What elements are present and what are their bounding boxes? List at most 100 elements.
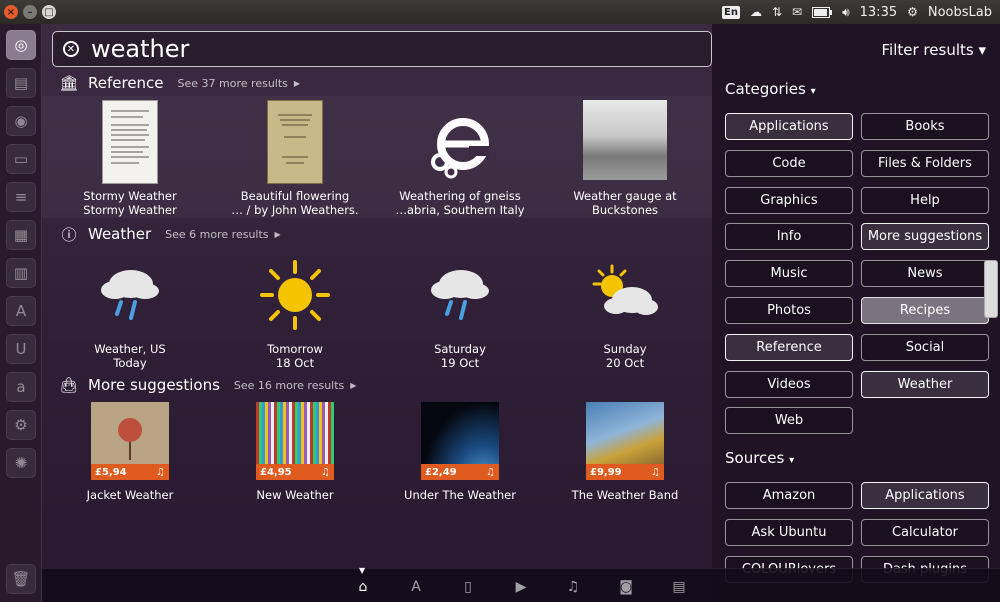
cloud-icon[interactable]: ☁ xyxy=(750,5,762,19)
sources-heading[interactable]: Sources ▾ xyxy=(725,449,794,467)
filter-button-weather[interactable]: Weather xyxy=(861,370,989,398)
filter-button-amazon[interactable]: Amazon xyxy=(725,482,853,509)
software-center-icon: A xyxy=(15,302,27,320)
price: £5,94 xyxy=(95,466,127,478)
filter-results-toggle[interactable]: Filter results ▾ xyxy=(882,41,986,59)
weather-tile[interactable]: Saturday 19 Oct xyxy=(385,258,535,370)
filter-button-info[interactable]: Info xyxy=(725,223,853,251)
filter-button-applications[interactable]: Applications xyxy=(725,113,853,140)
filter-scrollbar[interactable] xyxy=(984,260,998,318)
files-lens-icon[interactable]: ▯ xyxy=(458,578,478,596)
result-subtitle: … / by John Weathers. xyxy=(231,203,359,217)
launcher-browser[interactable]: ◉ xyxy=(6,106,36,136)
amazon-icon: a xyxy=(16,378,26,396)
result-tile[interactable]: Weathering of gneiss …abria, Southern Ita… xyxy=(385,100,535,217)
launcher-software-center[interactable]: A xyxy=(6,296,36,326)
album-tile[interactable]: £4,95 ♫ New Weather xyxy=(220,402,370,502)
result-title: Stormy Weather xyxy=(83,189,177,203)
battery-icon[interactable] xyxy=(812,6,833,18)
weather-tile[interactable]: Sunday 20 Oct xyxy=(550,258,700,370)
document-icon: ≡ xyxy=(14,188,28,206)
partly-cloudy-icon xyxy=(588,258,662,332)
filter-button-more-suggestions[interactable]: More suggestions xyxy=(861,223,989,251)
europeana-logo-icon xyxy=(425,100,495,184)
photo-lens-icon[interactable]: ◙ xyxy=(616,578,636,596)
filter-button-files-folders[interactable]: Files & Folders xyxy=(861,149,989,177)
filter-panel: Filter results ▾ Categories ▾ Applicatio… xyxy=(712,24,1000,602)
launcher-amazon[interactable]: a xyxy=(6,372,36,402)
weather-header[interactable]: ⓘ Weather See 6 more results ▶ xyxy=(60,225,280,244)
music-note-icon: ♫ xyxy=(321,466,330,478)
album-tile[interactable]: £9,99 ♫ The Weather Band xyxy=(550,402,700,502)
shopping-bag-icon: 👜︎ xyxy=(59,376,79,394)
network-icon[interactable]: ⇅ xyxy=(772,5,782,19)
mail-icon[interactable]: ✉ xyxy=(792,5,802,19)
launcher-terminal[interactable]: ▭ xyxy=(6,144,36,174)
keyboard-layout-indicator[interactable]: En xyxy=(722,5,740,19)
filter-button-ask-ubuntu[interactable]: Ask Ubuntu xyxy=(725,518,853,546)
filter-button-calculator[interactable]: Calculator xyxy=(861,518,989,546)
price-tag: £4,95 ♫ xyxy=(256,464,334,480)
launcher-ubuntu-one[interactable]: U xyxy=(6,334,36,364)
power-gear-icon[interactable]: ⚙ xyxy=(907,5,918,19)
weather-tile[interactable]: Weather, US Today xyxy=(55,258,205,370)
search-input[interactable]: ✕ weather xyxy=(52,31,712,67)
music-lens-icon[interactable]: ♫ xyxy=(563,578,583,596)
filter-button-music[interactable]: Music xyxy=(725,260,853,288)
section-title: More suggestions xyxy=(88,376,220,394)
window-minimize-button[interactable]: – xyxy=(23,5,37,19)
filter-button-photos[interactable]: Photos xyxy=(725,297,853,324)
window-maximize-button[interactable]: □ xyxy=(42,5,56,19)
suggestions-header[interactable]: 👜︎ More suggestions See 16 more results … xyxy=(59,376,357,394)
price-tag: £9,99 ♫ xyxy=(586,464,664,480)
launcher-trash[interactable]: 🗑︎ xyxy=(6,564,36,594)
weather-tile[interactable]: Tomorrow 18 Oct xyxy=(220,258,370,370)
filter-button-social[interactable]: Social xyxy=(861,333,989,361)
window-close-button[interactable]: × xyxy=(4,5,18,19)
dash-home-button[interactable]: ◎ xyxy=(6,30,36,60)
terminal-icon: ▭ xyxy=(13,150,29,168)
categories-heading[interactable]: Categories ▾ xyxy=(725,80,816,98)
filter-button-help[interactable]: Help xyxy=(861,186,989,214)
reference-header[interactable]: 🏛︎ Reference See 37 more results ▶ xyxy=(59,74,300,92)
result-tile[interactable]: Weather gauge at Buckstones xyxy=(550,100,700,217)
filter-button-recipes[interactable]: Recipes xyxy=(861,297,989,324)
launcher-workspaces[interactable]: ✺ xyxy=(6,448,36,478)
result-tile[interactable]: Beautiful flowering… / by John Weathers. xyxy=(220,100,370,217)
filter-button-videos[interactable]: Videos xyxy=(725,370,853,398)
filter-button-graphics[interactable]: Graphics xyxy=(725,186,853,214)
indicator-area: En ☁ ⇅ ✉ 🔊︎ 13:35 ⚙ NoobsLab xyxy=(722,0,992,24)
search-query[interactable]: weather xyxy=(91,35,189,63)
filter-button-news[interactable]: News xyxy=(861,260,989,288)
filter-button-web[interactable]: Web xyxy=(725,407,853,435)
filter-button-books[interactable]: Books xyxy=(861,113,989,140)
applications-lens-icon[interactable]: A xyxy=(406,578,426,596)
result-tile[interactable]: Stormy Weather Stormy Weather xyxy=(55,100,205,217)
see-more-link[interactable]: See 16 more results xyxy=(234,379,344,392)
see-more-link[interactable]: See 37 more results xyxy=(178,77,288,90)
presentation-icon: ▥ xyxy=(13,264,29,282)
clear-search-icon[interactable]: ✕ xyxy=(63,41,79,57)
arrow-right-icon: ▶ xyxy=(350,380,357,390)
result-subtitle: …abria, Southern Italy xyxy=(395,203,525,217)
folder-icon: ▤ xyxy=(13,74,29,92)
result-title: Weathering of gneiss xyxy=(399,189,521,203)
launcher-writer[interactable]: ≡ xyxy=(6,182,36,212)
music-note-icon: ♫ xyxy=(486,466,495,478)
filter-button-reference[interactable]: Reference xyxy=(725,333,853,361)
social-lens-icon[interactable]: ▤ xyxy=(669,578,689,596)
album-tile[interactable]: £5,94 ♫ Jacket Weather xyxy=(55,402,205,502)
launcher-calc[interactable]: ▦ xyxy=(6,220,36,250)
home-lens-icon[interactable]: ⌂ xyxy=(353,578,373,596)
see-more-link[interactable]: See 6 more results xyxy=(165,228,268,241)
launcher-impress[interactable]: ▥ xyxy=(6,258,36,288)
filter-button-code[interactable]: Code xyxy=(725,149,853,177)
launcher-settings[interactable]: ⚙ xyxy=(6,410,36,440)
filter-button-applications[interactable]: Applications xyxy=(861,482,989,509)
launcher-files[interactable]: ▤ xyxy=(6,68,36,98)
video-lens-icon[interactable]: ▶ xyxy=(511,578,531,596)
album-tile[interactable]: £2,49 ♫ Under The Weather xyxy=(385,402,535,502)
clock[interactable]: 13:35 xyxy=(860,5,897,20)
user-name[interactable]: NoobsLab xyxy=(928,5,992,20)
volume-icon[interactable]: 🔊︎ xyxy=(842,5,850,20)
